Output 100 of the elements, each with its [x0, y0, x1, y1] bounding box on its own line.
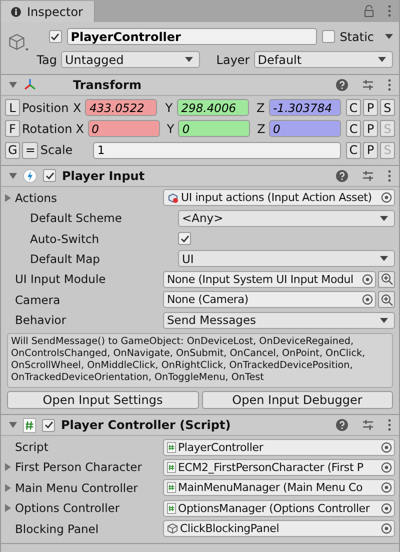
foldout-arrow-icon[interactable] — [9, 172, 17, 179]
component-title: Transform — [73, 78, 142, 92]
dropdown-caret-icon — [380, 256, 388, 262]
object-picker-icon[interactable] — [381, 502, 392, 514]
copy-paste-reset-button[interactable]: C — [346, 142, 361, 159]
axis-value-field[interactable]: 0 — [88, 120, 160, 138]
property-label: Scale — [40, 143, 74, 158]
component-title: Player Controller (Script) — [61, 418, 231, 432]
axis-value-field[interactable]: -1.303784 — [268, 99, 341, 116]
copy-paste-reset-button[interactable]: P — [363, 120, 378, 138]
foldout-arrow-icon[interactable] — [9, 422, 17, 428]
scale-field[interactable]: 1 — [93, 142, 341, 159]
script-file-icon — [167, 442, 176, 453]
axis-label: Z — [256, 122, 266, 136]
more-options-icon[interactable] — [388, 170, 391, 182]
layer-dropdown[interactable]: Default — [254, 51, 394, 68]
object-field[interactable]: None (Input System UI Input Modul — [163, 270, 376, 288]
foldout-arrow-icon[interactable] — [5, 484, 11, 492]
foldout-arrow-icon[interactable] — [5, 504, 11, 512]
property-label: Default Scheme — [30, 211, 122, 226]
script-file-icon — [167, 502, 176, 514]
property-label: UI Input Module — [15, 272, 106, 286]
axis-value-field[interactable]: 298.4006 — [177, 99, 250, 116]
enabled-checkbox[interactable] — [42, 418, 55, 432]
property-label: Behavior — [15, 313, 66, 328]
axis-value-field[interactable]: 0 — [269, 120, 342, 138]
dropdown[interactable]: <Any> — [178, 210, 395, 227]
object-field[interactable]: UI input actions (Input Action Asset) — [163, 189, 395, 206]
property-label: Blocking Panel — [15, 522, 99, 536]
axis-value-field[interactable]: 433.0522 — [85, 99, 158, 116]
cube-icon — [167, 523, 178, 534]
inspect-button[interactable] — [378, 291, 395, 308]
action-button[interactable]: Open Input Debugger — [202, 391, 393, 410]
component-header[interactable]: Player Controller (Script) — [1, 415, 399, 436]
name-field[interactable]: PlayerController — [66, 28, 317, 45]
object-picker-icon[interactable] — [362, 274, 373, 285]
object-field[interactable]: PlayerController — [163, 438, 395, 456]
checkbox[interactable] — [178, 232, 191, 246]
dropdown[interactable]: UI — [178, 250, 395, 268]
object-picker-icon[interactable] — [381, 523, 392, 534]
property-label: Rotation — [22, 122, 72, 136]
dropdown-caret-icon — [380, 216, 388, 221]
copy-paste-reset-button[interactable]: C — [346, 99, 361, 116]
lightning-bolt-icon — [23, 168, 37, 183]
dropdown[interactable]: Send Messages — [163, 312, 395, 329]
lock-icon[interactable] — [364, 5, 374, 17]
object-field[interactable]: MainMenuManager (Main Menu Co — [163, 479, 395, 496]
copy-paste-reset-button[interactable]: P — [362, 99, 378, 116]
property-label: Script — [15, 440, 48, 454]
help-icon[interactable] — [336, 79, 348, 91]
property-label: Options Controller — [15, 501, 120, 516]
foldout-arrow-icon[interactable] — [5, 194, 11, 202]
object-picker-icon[interactable] — [381, 462, 392, 473]
more-options-icon[interactable] — [388, 419, 391, 432]
action-button[interactable]: Open Input Settings — [7, 391, 198, 410]
axis-label: Z — [255, 100, 266, 114]
foldout-arrow-icon[interactable] — [5, 463, 11, 472]
constrain-proportions-button[interactable]: = — [22, 142, 38, 159]
object-field[interactable]: OptionsManager (Options Controller — [163, 500, 395, 517]
tag-label: Tag — [36, 52, 58, 66]
script-file-icon — [167, 462, 176, 473]
axis-label: Y — [164, 100, 174, 114]
copy-paste-reset-button[interactable]: S — [380, 99, 395, 116]
axis-value-field[interactable]: 0 — [178, 120, 250, 138]
object-picker-icon[interactable] — [381, 192, 392, 204]
help-icon[interactable] — [336, 170, 348, 182]
enabled-checkbox[interactable] — [43, 169, 56, 182]
property-label: Actions — [15, 190, 58, 205]
help-icon[interactable] — [336, 419, 348, 432]
axis-label: X — [72, 100, 82, 114]
object-field[interactable]: None (Camera) — [163, 291, 376, 308]
object-field[interactable]: ECM2_FirstPersonCharacter (First P — [163, 458, 395, 476]
presets-sliders-icon[interactable] — [362, 170, 374, 182]
property-label: Camera — [15, 292, 60, 307]
object-picker-icon[interactable] — [381, 442, 392, 453]
active-checkbox[interactable] — [48, 30, 62, 43]
property-label: Main Menu Controller — [15, 480, 138, 495]
axis-label: Y — [166, 122, 176, 136]
presets-sliders-icon[interactable] — [362, 419, 374, 432]
property-label: Position — [22, 100, 69, 114]
foldout-arrow-icon[interactable] — [9, 82, 17, 88]
axis-label: X — [74, 122, 85, 136]
property-label: First Person Character — [15, 460, 142, 474]
tag-dropdown[interactable]: Untagged — [61, 51, 200, 68]
object-picker-icon[interactable] — [362, 294, 373, 306]
tool-button[interactable]: G — [5, 142, 20, 159]
axes-icon — [23, 78, 37, 92]
static-label: Static — [340, 30, 374, 44]
static-checkbox[interactable] — [322, 30, 335, 43]
more-options-icon[interactable] — [388, 79, 391, 91]
copy-paste-reset-button[interactable]: P — [363, 142, 378, 159]
more-options-icon[interactable] — [388, 5, 391, 17]
inspector-tab[interactable]: Inspector — [1, 1, 95, 22]
object-picker-icon[interactable] — [381, 482, 392, 494]
tool-button[interactable]: L — [5, 99, 20, 116]
presets-sliders-icon[interactable] — [362, 79, 374, 91]
copy-paste-reset-button[interactable]: C — [346, 120, 362, 138]
tool-button[interactable]: F — [5, 120, 20, 138]
inspect-button[interactable] — [378, 270, 395, 288]
object-field[interactable]: ClickBlockingPanel — [163, 520, 395, 538]
